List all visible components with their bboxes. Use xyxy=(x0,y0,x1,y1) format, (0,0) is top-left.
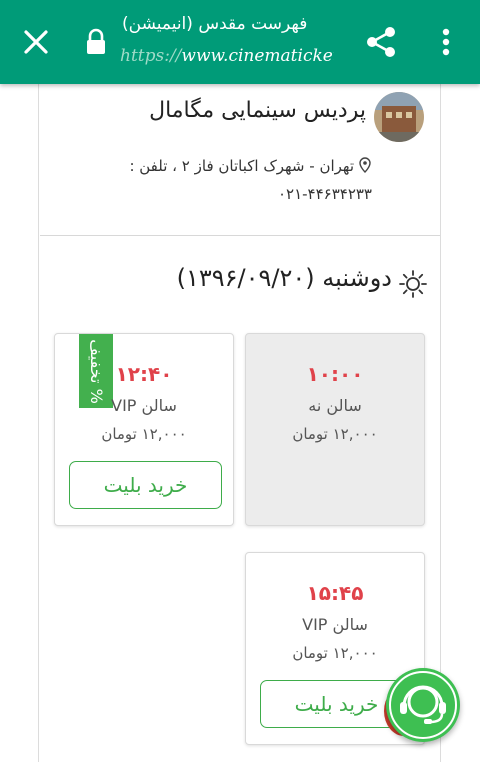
url-host: www.cinematicket. xyxy=(181,46,334,66)
showtime-hall: سالن VIP xyxy=(302,615,368,634)
address-line: تهران - شهرک اکباتان فاز ۲ ، تلفن : xyxy=(90,152,372,180)
divider xyxy=(40,235,440,236)
cinema-address: تهران - شهرک اکباتان فاز ۲ ، تلفن : ۰۲۱-… xyxy=(90,152,372,208)
day-title: دوشنبه (۱۳۹۶/۰۹/۲۰) xyxy=(176,264,392,292)
showtime-time: ۱۵:۴۵ xyxy=(306,581,364,605)
close-icon[interactable] xyxy=(18,24,54,60)
location-pin-icon xyxy=(359,157,371,173)
showtime-hall: سالن VIP xyxy=(111,396,177,415)
url-bar[interactable]: https://www.cinematicket. xyxy=(120,46,334,66)
url-scheme: https:// xyxy=(120,46,182,66)
buy-ticket-button[interactable]: خرید بلیت xyxy=(69,461,222,509)
showtime-time: ۱۰:۰۰ xyxy=(306,362,364,386)
support-button[interactable] xyxy=(386,668,460,742)
showtime-price: ۱۲,۰۰۰ تومان xyxy=(101,425,187,443)
showtime-card: ۱۰:۰۰ سالن نه ۱۲,۰۰۰ تومان xyxy=(245,333,425,526)
more-vert-icon[interactable] xyxy=(434,24,458,60)
cinema-logo xyxy=(374,92,424,142)
lock-icon xyxy=(84,28,108,56)
sun-icon xyxy=(398,269,428,299)
share-icon[interactable] xyxy=(364,24,398,60)
browser-toolbar: فهرست مقدس (انیمیشن) https://www.cinemat… xyxy=(0,0,480,84)
cinema-name: پردیس سینمایی مگامال xyxy=(149,98,366,123)
showtime-hall: سالن نه xyxy=(308,396,362,415)
phone-number: ۰۲۱-۴۴۶۳۴۲۳۳ xyxy=(277,185,372,203)
page-title: فهرست مقدس (انیمیشن) xyxy=(122,14,308,34)
address-text: تهران - شهرک اکباتان فاز ۲ ، تلفن : xyxy=(129,157,354,175)
showtime-time: ۱۲:۴۰ xyxy=(115,362,173,386)
showtime-price: ۱۲,۰۰۰ تومان xyxy=(292,425,378,443)
showtime-card: % تخفیف ۱۲:۴۰ سالن VIP ۱۲,۰۰۰ تومان خرید… xyxy=(54,333,234,526)
support-headset-icon xyxy=(389,671,457,739)
showtime-price: ۱۲,۰۰۰ تومان xyxy=(292,644,378,662)
